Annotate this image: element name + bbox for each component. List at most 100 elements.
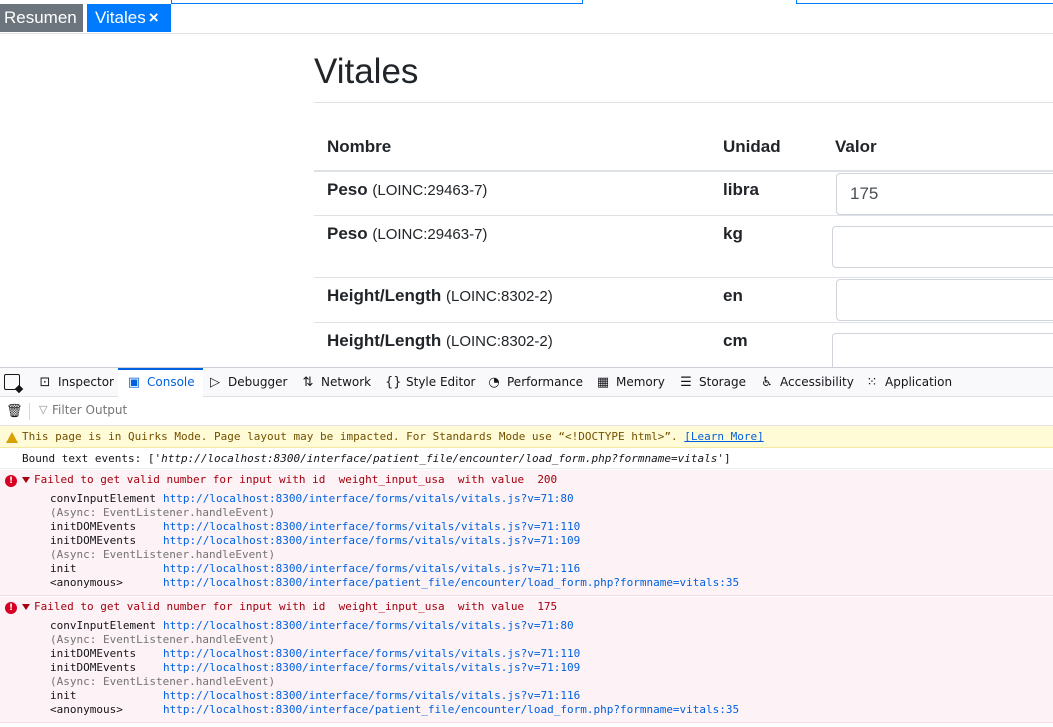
async-frame: (Async: EventListener.handleEvent) [50,633,276,646]
frame-function: init [50,562,77,575]
tab-console[interactable]: ▣ Console [118,368,203,397]
tab-vitales[interactable]: Vitales × [87,4,171,32]
vital-label: Peso [327,180,368,199]
log-text: Bound text events: ['http://localhost:83… [22,449,731,469]
frame-link[interactable]: http://localhost:8300/interface/patient_… [163,576,739,590]
frame-link[interactable]: http://localhost:8300/interface/forms/vi… [163,562,580,576]
vital-name: Height/Length (LOINC:8302-2) [327,331,553,351]
tab-accessibility[interactable]: ♿ Accessibility [759,368,854,397]
frame-link[interactable]: http://localhost:8300/interface/forms/vi… [163,689,580,703]
frame-link[interactable]: http://localhost:8300/interface/forms/vi… [163,619,574,633]
frame-function: init [50,689,77,702]
log-message: Bound text events: ['http://localhost:83… [0,449,1053,469]
vital-unit: cm [723,331,748,350]
frame-function: initDOMEvents [50,647,137,660]
error-icon: ! [5,475,17,487]
loinc-code: (LOINC:8302-2) [446,333,553,350]
page-title: Vitales [314,52,419,91]
accessibility-icon: ♿ [761,375,773,390]
debugger-icon: ▷ [210,375,220,390]
tab-performance[interactable]: ◔ Performance [486,368,583,397]
tab-label: Application [885,375,953,389]
filter-output-input[interactable] [52,403,352,417]
warning-icon [6,432,18,443]
log-suffix: '] [717,452,731,465]
error-icon: ! [5,602,17,614]
tab-label: Performance [507,375,584,389]
title-divider [314,102,1053,103]
expand-twisty-icon[interactable] [22,477,30,483]
tab-resumen[interactable]: Resumen [0,4,83,32]
storage-icon: ☰ [680,375,692,390]
frame-function: convInputElement [50,492,156,505]
table-row: Peso (LOINC:29463-7) libra 175 [314,172,1053,216]
tab-label: Debugger [228,375,288,389]
frame-function: initDOMEvents [50,661,137,674]
divider [29,403,30,420]
tab-frame-line [796,0,1053,4]
table-row: Height/Length (LOINC:8302-2) en [314,278,1053,323]
trash-icon[interactable]: 🗑 [6,404,23,419]
warning-body: This page is in Quirks Mode. Page layout… [22,430,678,443]
expand-twisty-icon[interactable] [22,604,30,610]
learn-more-link[interactable]: [Learn More] [684,430,763,443]
height-in-input[interactable] [836,279,1053,321]
frame-link[interactable]: http://localhost:8300/interface/forms/vi… [163,492,574,506]
weight-lbs-input[interactable]: 175 [836,173,1053,215]
frame-link[interactable]: http://localhost:8300/interface/forms/vi… [163,534,580,548]
vital-unit: en [723,286,743,305]
vital-unit: libra [723,180,759,199]
tab-network[interactable]: ⇅ Network [300,368,372,397]
error-text: Failed to get valid number for input wit… [34,473,558,486]
vital-name: Peso (LOINC:29463-7) [327,180,487,200]
tab-vitales-label: Vitales [95,8,146,27]
tab-style-editor[interactable]: {} Style Editor [385,368,475,397]
frame-function: <anonymous> [50,576,123,589]
error-message: ! Failed to get valid number for input w… [0,597,1053,723]
async-frame: (Async: EventListener.handleEvent) [50,506,276,519]
tab-label: Network [321,375,372,389]
warning-message: This page is in Quirks Mode. Page layout… [0,426,1053,448]
weight-kg-input[interactable] [832,226,1053,268]
tab-storage[interactable]: ☰ Storage [678,368,746,397]
vital-label: Peso [327,224,368,243]
log-prefix: Bound text events: [' [22,452,162,465]
frame-function: convInputElement [50,619,156,632]
console-icon: ▣ [127,375,141,390]
frame-link[interactable]: http://localhost:8300/interface/patient_… [163,703,739,717]
tab-debugger[interactable]: ▷ Debugger [207,368,287,397]
tab-label: Memory [616,375,665,389]
header-unidad: Unidad [723,137,781,156]
style-editor-icon: {} [385,375,402,390]
tab-memory[interactable]: ▦ Memory [595,368,665,397]
frame-link[interactable]: http://localhost:8300/interface/forms/vi… [163,661,580,675]
devtools-panel: ⊡ Inspector ▣ Console ▷ Debugger ⇅ Network {… [0,367,1053,727]
vital-name: Peso (LOINC:29463-7) [327,224,487,244]
async-frame: (Async: EventListener.handleEvent) [50,675,276,688]
console-filter-bar: 🗑 ▽ [0,397,1053,426]
memory-icon: ▦ [596,375,610,390]
vital-label: Height/Length [327,331,442,350]
inspector-icon: ⊡ [39,375,51,390]
encounter-tab-bar: Resumen Vitales × [0,0,1053,34]
log-url: http://localhost:8300/interface/patient_… [161,452,718,465]
tab-label: Inspector [58,375,114,389]
frame-link[interactable]: http://localhost:8300/interface/forms/vi… [163,647,580,661]
loinc-code: (LOINC:29463-7) [372,182,488,199]
close-icon[interactable]: × [149,8,159,27]
header-valor: Valor [835,137,877,156]
header-nombre: Nombre [327,137,392,156]
error-message: ! Failed to get valid number for input w… [0,470,1053,596]
tab-label: Accessibility [780,375,854,389]
network-icon: ⇅ [302,375,314,390]
filter-icon: ▽ [39,403,48,416]
tab-inspector[interactable]: ⊡ Inspector [37,368,114,397]
loinc-code: (LOINC:29463-7) [372,226,488,243]
tab-application[interactable]: ⁙ Application [864,368,953,397]
frame-function: <anonymous> [50,703,123,716]
frame-link[interactable]: http://localhost:8300/interface/forms/vi… [163,520,580,534]
element-picker-icon[interactable] [4,374,20,390]
vital-name: Height/Length (LOINC:8302-2) [327,286,553,306]
table-row: Peso (LOINC:29463-7) kg [314,216,1053,278]
application-icon: ⁙ [866,375,878,390]
